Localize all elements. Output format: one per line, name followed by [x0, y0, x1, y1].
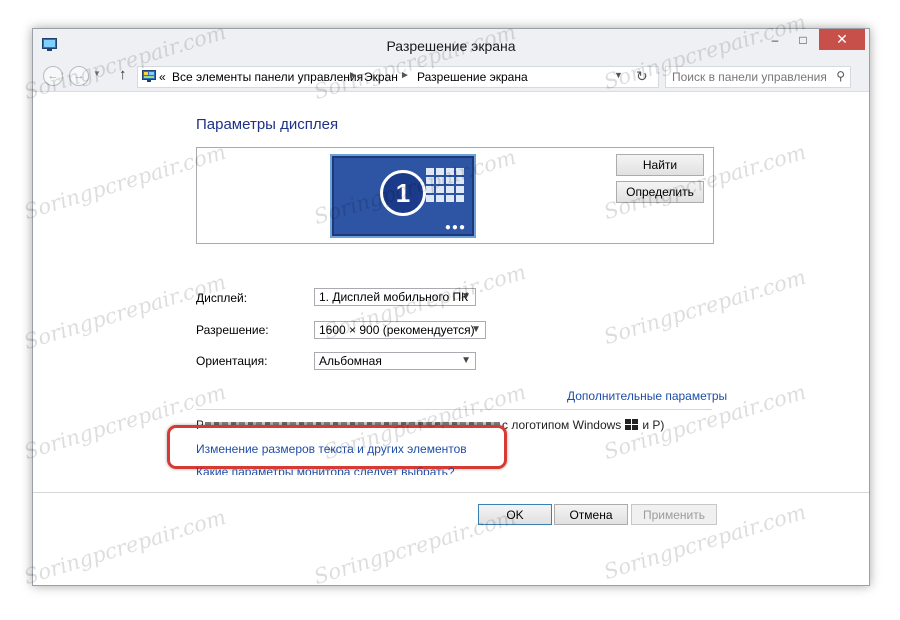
monitor-menu-dots-icon: ●●●: [444, 222, 466, 233]
recent-locations-dropdown[interactable]: ▼: [93, 69, 101, 78]
advanced-settings-link[interactable]: Дополнительные параметры: [567, 389, 727, 403]
breadcrumb-display[interactable]: Экран: [364, 70, 398, 84]
screen-resolution-window: Разрешение экрана – □ ✕ ← → ▼ ↑ « Все эл…: [32, 28, 870, 586]
divider: [196, 409, 712, 410]
navigation-bar: ← → ▼ ↑ « Все элементы панели управления…: [33, 61, 869, 92]
projector-text-end: с логотипом Windows: [502, 418, 622, 432]
projector-text-suffix: и P): [642, 418, 665, 432]
arrow-up-icon: ↑: [119, 66, 127, 83]
arrow-left-icon: ←: [47, 70, 59, 82]
breadcrumb-separator-icon[interactable]: ►: [400, 70, 410, 81]
breadcrumb-control-panel[interactable]: Все элементы панели управления: [172, 70, 363, 84]
address-bar[interactable]: « Все элементы панели управления ► Экран…: [137, 66, 659, 88]
search-input[interactable]: Поиск в панели управления: [672, 70, 827, 84]
monitor-number: 1: [380, 170, 426, 216]
orientation-select[interactable]: Альбомная ▼: [314, 352, 476, 370]
content-area: Параметры дисплея 1 ●●● Найти Определить…: [33, 92, 869, 585]
close-button[interactable]: ✕: [819, 29, 865, 50]
resolution-select[interactable]: 1600 × 900 (рекомендуется) ▼: [314, 321, 486, 339]
breadcrumb-separator-icon[interactable]: ►: [348, 70, 358, 81]
back-button[interactable]: ←: [43, 66, 63, 86]
control-panel-icon: [142, 70, 156, 82]
display-label: Дисплей:: [196, 291, 248, 305]
apply-button[interactable]: Применить: [631, 504, 717, 525]
windows-logo-icon: [625, 419, 639, 431]
highlight-annotation: [167, 425, 507, 469]
window-title: Разрешение экрана: [386, 38, 516, 54]
page-heading: Параметры дисплея: [196, 116, 339, 133]
refresh-icon[interactable]: ↻: [636, 68, 648, 85]
search-icon[interactable]: ⚲: [836, 69, 845, 83]
display-select[interactable]: 1. Дисплей мобильного ПК ▼: [314, 288, 476, 306]
minimize-button[interactable]: –: [762, 29, 788, 51]
resolution-label: Разрешение:: [196, 323, 269, 337]
title-bar: Разрешение экрана – □ ✕: [33, 29, 869, 61]
chevron-down-icon: ▼: [461, 291, 471, 302]
monitor-1-preview[interactable]: 1 ●●●: [330, 154, 476, 238]
search-box[interactable]: Поиск в панели управления ⚲: [665, 66, 851, 88]
maximize-button[interactable]: □: [790, 29, 816, 51]
orientation-label: Ориентация:: [196, 354, 268, 368]
breadcrumb-screen-resolution[interactable]: Разрешение экрана: [417, 70, 528, 84]
divider: [33, 492, 869, 493]
breadcrumb-overflow[interactable]: «: [159, 70, 166, 84]
display-select-value: 1. Дисплей мобильного ПК: [319, 290, 469, 304]
cancel-button[interactable]: Отмена: [554, 504, 628, 525]
monitor-preview-panel: 1 ●●● Найти Определить: [196, 147, 714, 244]
orientation-select-value: Альбомная: [319, 354, 382, 368]
arrow-right-icon: →: [73, 70, 85, 82]
up-button[interactable]: ↑: [119, 66, 127, 83]
chevron-down-icon: ▼: [471, 324, 481, 335]
resolution-select-value: 1600 × 900 (рекомендуется): [319, 323, 475, 337]
address-dropdown-icon[interactable]: ▼: [614, 70, 623, 80]
monitor-settings-help-link[interactable]: Какие параметры монитора следует выбрать…: [196, 465, 455, 475]
chevron-down-icon: ▼: [93, 69, 101, 78]
forward-button[interactable]: →: [69, 66, 89, 86]
chevron-down-icon: ▼: [461, 355, 471, 366]
find-button[interactable]: Найти: [616, 154, 704, 176]
identify-button[interactable]: Определить: [616, 181, 704, 203]
ok-button[interactable]: OK: [478, 504, 552, 525]
